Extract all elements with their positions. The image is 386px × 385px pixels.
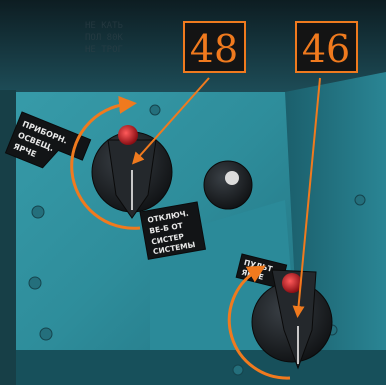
plate-center: ОТКЛЮЧ. ВЕ-Б ОТ СИСТЕР СИСТЕМЫ bbox=[139, 201, 207, 260]
svg-text:46: 46 bbox=[302, 27, 350, 71]
indicator-lamp-icon bbox=[118, 125, 138, 145]
knob-icon[interactable] bbox=[203, 160, 253, 210]
svg-text:НЕ КАТЬ: НЕ КАТЬ bbox=[85, 21, 124, 31]
svg-text:НЕ ТРОГ: НЕ ТРОГ bbox=[85, 45, 123, 55]
indicator-lamp-icon bbox=[282, 273, 302, 293]
panel-bottom-strip bbox=[0, 350, 386, 385]
svg-text:48: 48 bbox=[190, 27, 238, 71]
svg-text:ПОЛ 80К: ПОЛ 80К bbox=[85, 33, 124, 43]
top-stencil: НЕ КАТЬ ПОЛ 80К НЕ ТРОГ bbox=[85, 21, 124, 55]
knob-small[interactable] bbox=[203, 160, 253, 210]
cockpit-panel-scene: НЕ КАТЬ ПОЛ 80К НЕ ТРОГ ПРИБОРН. ОСВЕЩ. … bbox=[0, 0, 386, 385]
